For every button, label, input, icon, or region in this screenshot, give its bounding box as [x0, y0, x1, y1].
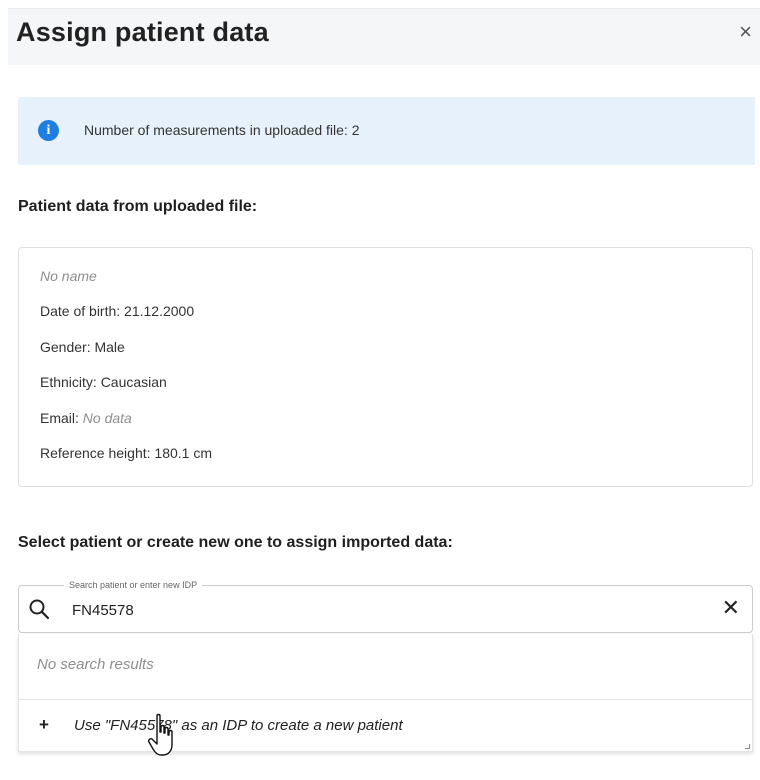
uploaded-data-heading: Patient data from uploaded file:	[18, 198, 258, 215]
info-banner: i Number of measurements in uploaded fil…	[18, 97, 755, 165]
search-icon	[29, 599, 50, 620]
patient-gender: Gender: Male	[40, 339, 125, 355]
patient-dob: Date of birth: 21.12.2000	[40, 303, 195, 319]
dialog-header: Assign patient data ×	[8, 8, 760, 65]
create-new-patient-option[interactable]: + Use "FN45578" as an IDP to create a ne…	[19, 700, 752, 752]
hand-pointer-cursor-icon	[148, 713, 173, 756]
patient-name: No name	[40, 268, 97, 284]
assign-patient-dialog: Assign patient data × i Number of measur…	[0, 0, 760, 780]
dialog-title: Assign patient data	[16, 17, 269, 47]
email-value: No data	[82, 410, 132, 426]
resize-handle-icon	[745, 744, 750, 749]
search-field-label: Search patient or enter new IDP	[64, 578, 203, 592]
info-icon: i	[38, 120, 59, 141]
uploaded-patient-card: No name Date of birth: 21.12.2000 Gender…	[18, 247, 753, 487]
close-icon[interactable]: ×	[739, 21, 752, 43]
search-input[interactable]	[72, 599, 672, 621]
no-results-text: No search results	[37, 656, 154, 673]
patient-reference-height: Reference height: 180.1 cm	[40, 445, 212, 461]
create-new-patient-label: Use "FN45578" as an IDP to create a new …	[74, 717, 403, 734]
info-text: Number of measurements in uploaded file:…	[84, 122, 360, 138]
select-patient-heading: Select patient or create new one to assi…	[18, 534, 453, 551]
plus-icon: +	[39, 715, 49, 734]
patient-ethnicity: Ethnicity: Caucasian	[40, 374, 167, 390]
patient-email: Email: No data	[40, 410, 132, 426]
email-label: Email:	[40, 410, 83, 426]
search-results-dropdown: No search results + Use "FN45578" as an …	[18, 634, 753, 752]
patient-search-field[interactable]: Search patient or enter new IDP ✕	[18, 578, 753, 633]
clear-icon[interactable]: ✕	[722, 596, 740, 620]
